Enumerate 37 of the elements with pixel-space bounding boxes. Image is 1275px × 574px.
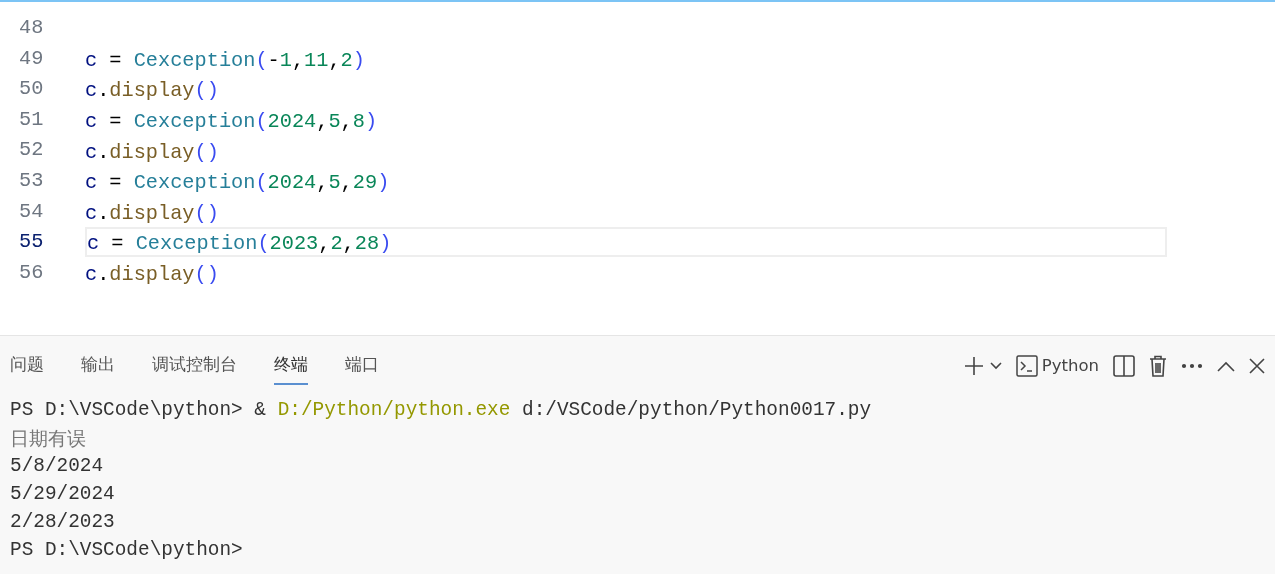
- code-line: c.display(): [85, 201, 219, 225]
- code-line: c = Cexception(-1,11,2): [85, 48, 365, 72]
- chevron-up-icon[interactable]: [1217, 360, 1235, 372]
- close-icon[interactable]: [1249, 358, 1265, 374]
- trash-icon[interactable]: [1149, 355, 1167, 377]
- code-line: c = Cexception(2023,2,28): [87, 232, 392, 256]
- panel-tab[interactable]: 终端: [274, 346, 308, 386]
- terminal-line: 5/8/2024: [10, 454, 105, 479]
- terminal-line: 5/29/2024: [10, 482, 116, 507]
- plus-icon[interactable]: [963, 356, 984, 376]
- panel-tab[interactable]: 输出: [81, 346, 115, 386]
- line-number: 51: [18, 106, 45, 133]
- terminal-icon: [1015, 355, 1038, 377]
- terminal-line: 日期有误: [10, 426, 87, 451]
- chevron-down-icon[interactable]: [989, 362, 1002, 370]
- code-line: c = Cexception(2024,5,8): [85, 110, 378, 134]
- code-line: c.display(): [85, 140, 219, 164]
- terminal-line: PS D:\VSCode\python> & D:/Python/python.exe d:/VSCode/python/Python0017.py: [10, 398, 873, 423]
- line-number: 55: [18, 229, 45, 256]
- code-line: c.display(): [85, 263, 219, 287]
- code-line: c.display(): [85, 79, 219, 103]
- split-icon[interactable]: [1113, 355, 1135, 377]
- terminal-line: PS D:\VSCode\python>: [10, 538, 244, 563]
- code-line: c = Cexception(2024,5,29): [85, 171, 390, 195]
- panel-tab[interactable]: 端口: [345, 346, 379, 386]
- panel-tab[interactable]: 调试控制台: [152, 346, 237, 386]
- panel-tab[interactable]: 问题: [10, 346, 44, 386]
- line-number: 48: [18, 15, 45, 42]
- line-number: 50: [18, 76, 45, 103]
- more-icon[interactable]: [1181, 363, 1203, 369]
- line-number: 52: [18, 137, 45, 164]
- line-number: 56: [18, 259, 45, 286]
- line-number: 53: [18, 168, 45, 195]
- line-number: 49: [18, 45, 45, 72]
- terminal-selector[interactable]: Python: [1015, 353, 1099, 379]
- line-number: 54: [18, 198, 45, 225]
- terminal-line: 2/28/2023: [10, 510, 116, 535]
